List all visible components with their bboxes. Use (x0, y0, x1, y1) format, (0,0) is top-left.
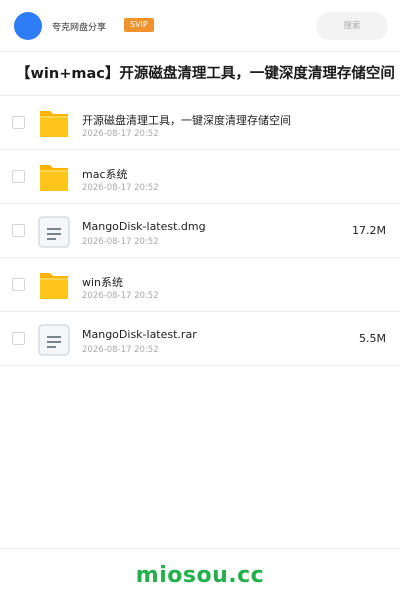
file-date: 2026-08-17 20:52 (82, 237, 159, 247)
list-item[interactable]: mac系统 2026-08-17 20:52 (0, 150, 400, 204)
file-list: 开源磁盘清理工具，一键深度清理存储空间 2026-08-17 20:52 mac… (0, 96, 400, 366)
folder-icon (38, 108, 70, 140)
select-checkbox[interactable] (12, 170, 25, 183)
select-checkbox[interactable] (12, 116, 25, 129)
search-input[interactable]: 搜索 (316, 12, 388, 40)
file-name: mac系统 (82, 168, 128, 181)
footer-brand[interactable]: miosou.cc (136, 563, 264, 588)
file-date: 2026-08-17 20:52 (82, 291, 159, 301)
file-icon (38, 324, 70, 356)
file-date: 2026-08-17 20:52 (82, 183, 159, 193)
select-checkbox[interactable] (12, 278, 25, 291)
brand-name: 夸克网盘分享 (52, 23, 107, 33)
folder-icon (38, 270, 70, 302)
footer: miosou.cc (0, 548, 400, 600)
file-date: 2026-08-17 20:52 (82, 345, 159, 355)
svip-badge: SVIP (124, 18, 154, 32)
file-size: 17.2M (352, 224, 386, 237)
select-checkbox[interactable] (12, 332, 25, 345)
list-item[interactable]: 开源磁盘清理工具，一键深度清理存储空间 2026-08-17 20:52 (0, 96, 400, 150)
file-name: MangoDisk-latest.dmg (82, 220, 206, 233)
header: 夸克网盘分享 SVIP 搜索 (0, 0, 400, 52)
file-icon (38, 216, 70, 248)
file-date: 2026-08-17 20:52 (82, 129, 159, 139)
list-item[interactable]: MangoDisk-latest.dmg 2026-08-17 20:52 17… (0, 204, 400, 258)
file-size: 5.5M (359, 332, 386, 345)
file-name: win系统 (82, 276, 124, 289)
folder-icon (38, 162, 70, 194)
share-page: 夸克网盘分享 SVIP 搜索 【win+mac】开源磁盘清理工具，一键深度清理存… (0, 0, 400, 600)
file-name: 开源磁盘清理工具，一键深度清理存储空间 (82, 114, 291, 127)
list-item[interactable]: MangoDisk-latest.rar 2026-08-17 20:52 5.… (0, 312, 400, 366)
file-name: MangoDisk-latest.rar (82, 328, 197, 341)
avatar[interactable] (14, 12, 42, 40)
list-item[interactable]: win系统 2026-08-17 20:52 (0, 258, 400, 312)
share-title: 【win+mac】开源磁盘清理工具，一键深度清理存储空间 (0, 52, 400, 96)
select-checkbox[interactable] (12, 224, 25, 237)
